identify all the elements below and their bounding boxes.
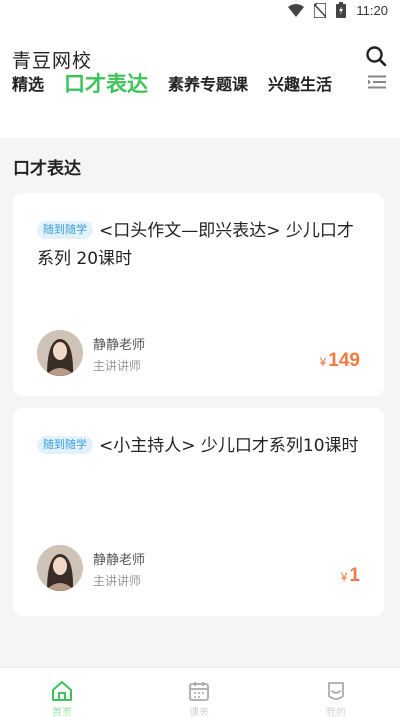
- course-badge: 随到随学: [37, 436, 93, 454]
- section-title: 口才表达: [13, 159, 81, 179]
- category-menu-button[interactable]: [364, 70, 390, 96]
- price-value: 1: [349, 565, 360, 586]
- tab-featured[interactable]: 精选: [12, 71, 44, 95]
- status-bar: 11:20: [0, 0, 400, 20]
- teacher-name: 静静老师: [93, 338, 146, 353]
- wifi-icon: [288, 3, 305, 17]
- teacher-role: 主讲讲师: [93, 359, 142, 373]
- no-sim-icon: [314, 2, 327, 18]
- course-price: ¥149: [320, 350, 360, 372]
- teacher-name: 静静老师: [93, 553, 146, 568]
- nav-fade: [0, 700, 400, 717]
- calendar-icon: [186, 680, 212, 702]
- currency-symbol: ¥: [340, 570, 348, 584]
- course-card[interactable]: 随到随学 <口头作文—即兴表达> 少儿口才系列 20课时 静静老师 主讲讲师 ¥1…: [13, 193, 384, 396]
- avatar: [37, 545, 83, 591]
- course-title-text: <小主持人> 少儿口才系列10课时: [99, 436, 359, 456]
- tab-hobby-life[interactable]: 兴趣生活: [268, 71, 332, 95]
- tabs-fade: [330, 66, 360, 100]
- category-menu-icon: [368, 74, 386, 93]
- course-title: 随到随学 <口头作文—即兴表达> 少儿口才系列 20课时: [37, 217, 367, 273]
- teacher-role: 主讲讲师: [93, 574, 142, 588]
- course-price: ¥1: [341, 565, 360, 587]
- price-value: 149: [328, 350, 360, 371]
- avatar: [37, 330, 83, 376]
- course-badge: 随到随学: [37, 221, 93, 239]
- tab-eloquence[interactable]: 口才表达: [64, 68, 148, 98]
- course-card[interactable]: 随到随学 <小主持人> 少儿口才系列10课时 静静老师 主讲讲师 ¥1: [13, 408, 384, 616]
- tab-literacy-topics[interactable]: 素养专题课: [168, 71, 248, 95]
- course-title: 随到随学 <小主持人> 少儿口才系列10课时: [37, 432, 367, 460]
- status-time: 11:20: [356, 2, 388, 18]
- home-icon: [49, 680, 75, 702]
- battery-charging-icon: [336, 2, 347, 18]
- currency-symbol: ¥: [319, 355, 327, 369]
- profile-icon: [323, 680, 349, 702]
